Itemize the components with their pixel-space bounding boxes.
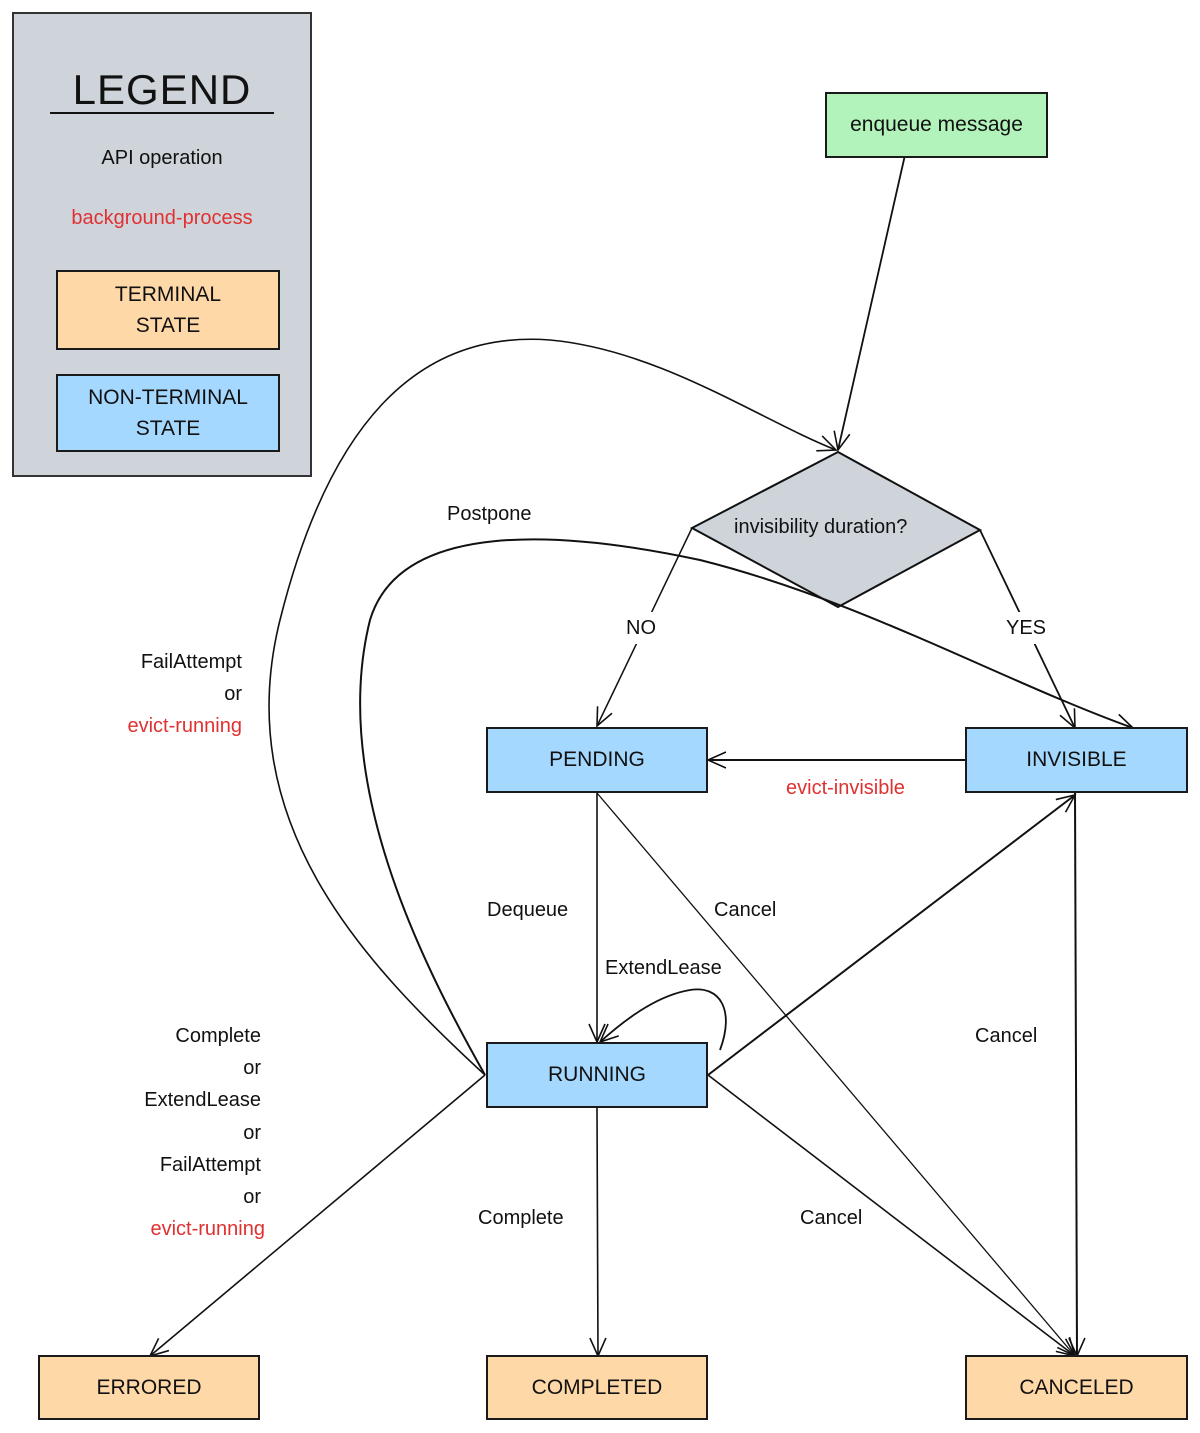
legend-terminal-line1: TERMINAL [114,283,222,306]
edge-running-cancel [707,1074,1077,1358]
edge-label-cancel-running: Cancel [800,1207,863,1229]
edge-label-errored-op-5: FailAttempt [159,1154,261,1176]
edge-invisible-cancel [1068,792,1086,1358]
edge-running-to-decision [268,338,838,1076]
edge-label-complete: Complete [478,1207,564,1229]
edge-label-no: NO [626,612,656,644]
legend-api-operation: API operation [101,147,223,169]
node-pending: PENDING [486,727,708,793]
edge-label-cancel-invisible: Cancel [975,1025,1038,1047]
edge-label-yes: YES [1006,612,1047,644]
edge-label-errored-op-6: or [243,1186,261,1208]
legend-background-process: background-process [71,207,253,229]
edge-label-errored-op-4: or [243,1122,261,1144]
node-decision-label: invisibility duration? [734,516,908,538]
node-completed: COMPLETED [486,1355,708,1420]
edge-label-failattempt-or: or [224,683,242,705]
edge-label-cancel-pending: Cancel [714,899,777,921]
node-invisible: INVISIBLE [965,727,1188,793]
edge-label-dequeue: Dequeue [487,899,569,921]
legend-terminal-state: TERMINAL STATE [56,270,280,350]
node-canceled: CANCELED [965,1355,1188,1420]
legend-non-terminal-line2: STATE [135,417,201,440]
edge-running-to-completed [589,1106,607,1358]
legend-divider [50,112,274,114]
node-running: RUNNING [486,1042,708,1108]
edge-label-evict-invisible: evict-invisible [786,777,905,799]
legend-terminal-line2: STATE [135,314,201,337]
edge-label-failattempt: FailAttempt [140,651,242,673]
edge-label-extend-lease: ExtendLease [605,957,722,979]
edge-label-errored-op-3: ExtendLease [144,1089,261,1111]
edge-label-errored-op-2: or [243,1057,261,1079]
node-errored: ERRORED [38,1355,260,1420]
edge-extend-lease-loop [598,988,727,1051]
node-enqueue-message: enqueue message [825,92,1048,158]
edge-label-evict-running-bottom: evict-running [150,1218,265,1240]
edge-label-evict-running-top: evict-running [127,715,242,737]
legend-non-terminal-line1: NON-TERMINAL [88,386,248,409]
legend-panel: LEGEND API operation background-process … [12,12,312,477]
legend-title: LEGEND [72,66,252,113]
edge-label-errored-op-1: Complete [175,1025,261,1047]
edge-label-postpone: Postpone [447,503,532,525]
legend-non-terminal-state: NON-TERMINAL STATE [56,374,280,452]
edge-enqueue-to-decision [833,154,906,452]
